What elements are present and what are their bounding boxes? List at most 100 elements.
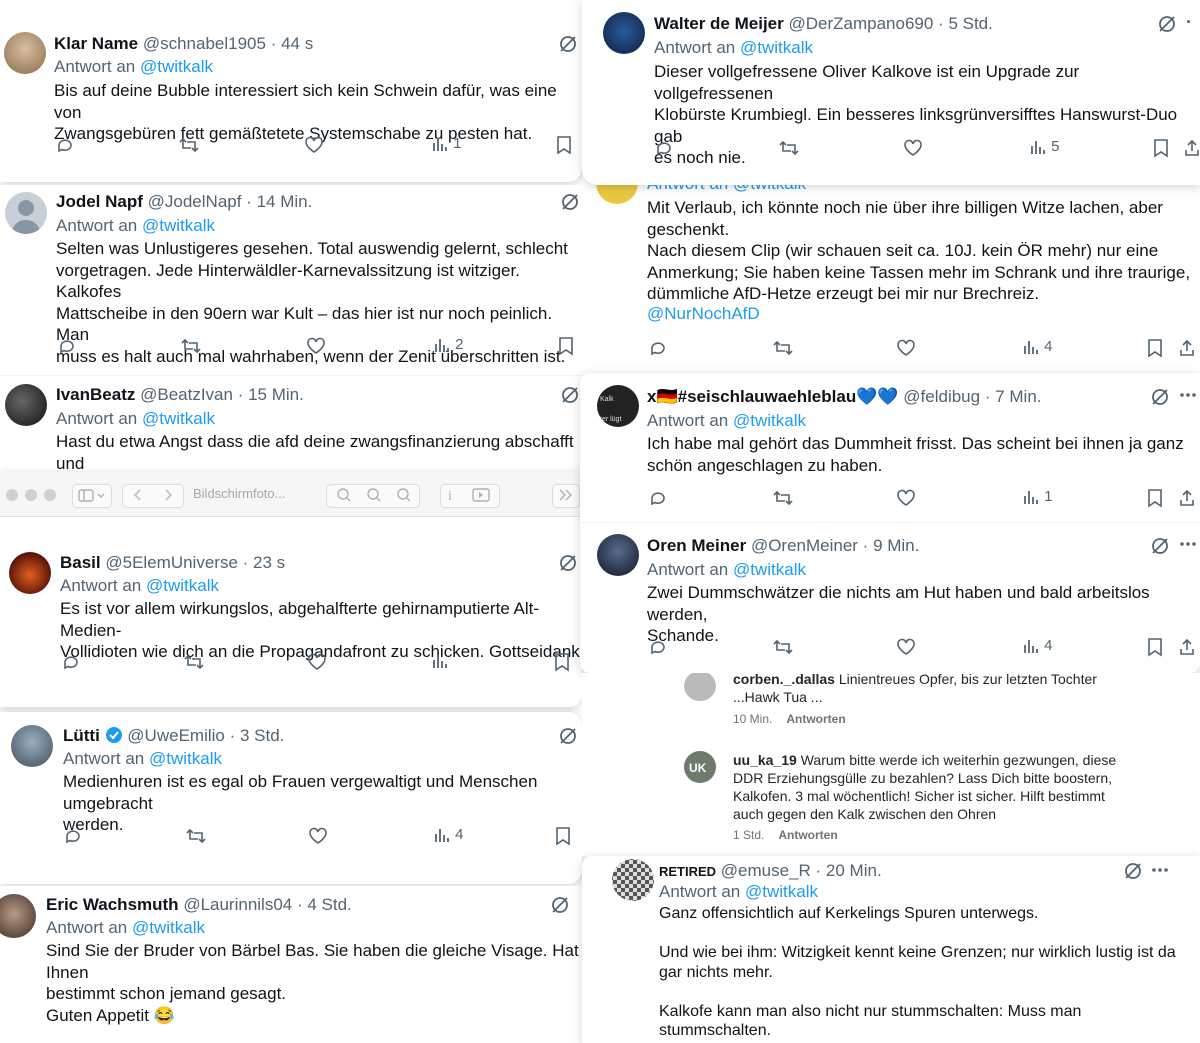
display-name[interactable]: Jodel Napf xyxy=(56,192,143,211)
handle[interactable]: @DerZampano690 xyxy=(788,14,933,33)
info-icon[interactable]: i xyxy=(440,484,500,508)
reply-to-link[interactable]: @twitkalk xyxy=(733,411,806,430)
grok-icon[interactable] xyxy=(1123,861,1143,886)
handle[interactable]: @schnabel1905 xyxy=(143,34,266,53)
like-icon[interactable] xyxy=(895,488,917,510)
timestamp[interactable]: 14 Min. xyxy=(257,192,313,211)
handle[interactable]: @BeatzIvan xyxy=(140,385,233,404)
reply-to-link[interactable]: @twitkalk xyxy=(146,576,219,595)
avatar[interactable] xyxy=(612,859,654,901)
timestamp[interactable]: 15 Min. xyxy=(248,385,304,404)
views-count[interactable]: 4 xyxy=(1022,338,1053,360)
bookmark-icon[interactable] xyxy=(554,826,572,848)
reply-icon[interactable] xyxy=(55,135,75,157)
handle[interactable]: @5ElemUniverse xyxy=(105,553,238,572)
timestamp[interactable]: 44 s xyxy=(281,34,313,53)
grok-icon[interactable] xyxy=(550,895,570,920)
comment-user[interactable]: corben._.dallas xyxy=(733,673,835,687)
display-name[interactable]: RETIRED xyxy=(659,864,716,879)
reply-to-link[interactable]: @twitkalk xyxy=(149,749,222,768)
more-chevron-icon[interactable] xyxy=(552,484,580,508)
retweet-icon[interactable] xyxy=(772,637,794,659)
avatar[interactable] xyxy=(9,552,51,594)
window-minimize-button[interactable] xyxy=(25,489,37,501)
timestamp[interactable]: 3 Std. xyxy=(240,726,284,745)
timestamp[interactable]: 4 Std. xyxy=(307,895,351,914)
grok-icon[interactable] xyxy=(1157,14,1177,39)
more-icon[interactable] xyxy=(1178,534,1198,556)
avatar[interactable] xyxy=(5,384,47,426)
handle[interactable]: @feldibug xyxy=(903,387,980,406)
views-count[interactable]: 4 xyxy=(1022,637,1053,659)
reply-to-link[interactable]: @twitkalk xyxy=(740,38,813,57)
like-icon[interactable] xyxy=(307,826,329,848)
views-count[interactable]: 4 xyxy=(433,826,464,848)
like-icon[interactable] xyxy=(306,652,328,674)
timestamp[interactable]: 5 Std. xyxy=(948,14,992,33)
grok-icon[interactable] xyxy=(558,553,578,578)
views-count[interactable]: 1 xyxy=(1022,488,1053,510)
handle[interactable]: @OrenMeiner xyxy=(751,536,858,555)
reply-to-link[interactable]: @twitkalk xyxy=(142,409,215,428)
avatar[interactable] xyxy=(684,673,716,701)
retweet-icon[interactable] xyxy=(778,138,800,160)
share-icon[interactable] xyxy=(1178,488,1196,510)
display-name[interactable]: Oren Meiner xyxy=(647,536,746,555)
views-count[interactable] xyxy=(431,652,449,674)
timestamp[interactable]: 7 Min. xyxy=(995,387,1041,406)
nav-back-forward[interactable] xyxy=(122,484,184,508)
display-name[interactable]: Walter de Meijer xyxy=(654,14,784,33)
retweet-icon[interactable] xyxy=(185,826,207,848)
retweet-icon[interactable] xyxy=(178,135,200,157)
views-count[interactable]: 1 xyxy=(431,135,462,157)
reply-to-link[interactable]: @twitkalk xyxy=(745,882,818,901)
bookmark-icon[interactable] xyxy=(553,652,571,674)
avatar[interactable]: UK xyxy=(684,751,716,783)
more-icon[interactable] xyxy=(1178,385,1198,407)
more-icon[interactable]: · xyxy=(1186,12,1192,34)
reply-to-link[interactable]: @twitkalk xyxy=(733,560,806,579)
display-name[interactable]: x🇩🇪#seischlauwaehleblau💙💙 xyxy=(647,387,899,406)
retweet-icon[interactable] xyxy=(180,336,202,358)
reply-icon[interactable] xyxy=(61,652,81,674)
bookmark-icon[interactable] xyxy=(1146,338,1164,360)
avatar[interactable] xyxy=(4,32,46,74)
display-name[interactable]: IvanBeatz xyxy=(56,385,135,404)
bookmark-icon[interactable] xyxy=(1146,488,1164,510)
handle[interactable]: @emuse_R xyxy=(721,861,811,880)
reply-icon[interactable] xyxy=(654,138,674,160)
avatar[interactable]: Kalk ter lügt xyxy=(597,385,639,427)
like-icon[interactable] xyxy=(303,135,325,157)
grok-icon[interactable] xyxy=(558,726,578,751)
like-icon[interactable] xyxy=(895,338,917,360)
reply-to-link[interactable]: @twitkalk xyxy=(132,918,205,937)
grok-icon[interactable] xyxy=(1150,387,1170,412)
views-count[interactable]: 5 xyxy=(1029,138,1060,160)
reply-to-link[interactable]: @twitkalk xyxy=(142,216,215,235)
handle[interactable]: @UweEmilio xyxy=(127,726,225,745)
grok-icon[interactable] xyxy=(558,34,578,59)
handle[interactable]: @Laurinnils04 xyxy=(183,895,292,914)
display-name[interactable]: Basil xyxy=(60,553,101,572)
display-name[interactable]: Lütti xyxy=(63,726,100,745)
timestamp[interactable]: 20 Min. xyxy=(826,861,882,880)
share-icon[interactable] xyxy=(1178,338,1196,360)
display-name[interactable]: Eric Wachsmuth xyxy=(46,895,179,914)
handle[interactable]: @JodelNapf xyxy=(148,192,242,211)
reply-to-link[interactable]: @twitkalk xyxy=(140,57,213,76)
display-name[interactable]: Klar Name xyxy=(54,34,138,53)
share-icon[interactable] xyxy=(1178,637,1196,659)
bookmark-icon[interactable] xyxy=(1146,637,1164,659)
mention-link[interactable]: @NurNochAfD xyxy=(647,303,760,325)
avatar[interactable] xyxy=(603,12,645,54)
window-close-button[interactable] xyxy=(6,489,18,501)
timestamp[interactable]: 9 Min. xyxy=(873,536,919,555)
reply-icon[interactable] xyxy=(63,826,83,848)
avatar[interactable] xyxy=(5,192,47,234)
avatar[interactable] xyxy=(597,534,639,576)
like-icon[interactable] xyxy=(305,336,327,358)
reply-icon[interactable] xyxy=(648,488,668,510)
like-icon[interactable] xyxy=(902,138,924,160)
zoom-icons[interactable] xyxy=(326,484,420,508)
avatar[interactable] xyxy=(11,725,53,767)
